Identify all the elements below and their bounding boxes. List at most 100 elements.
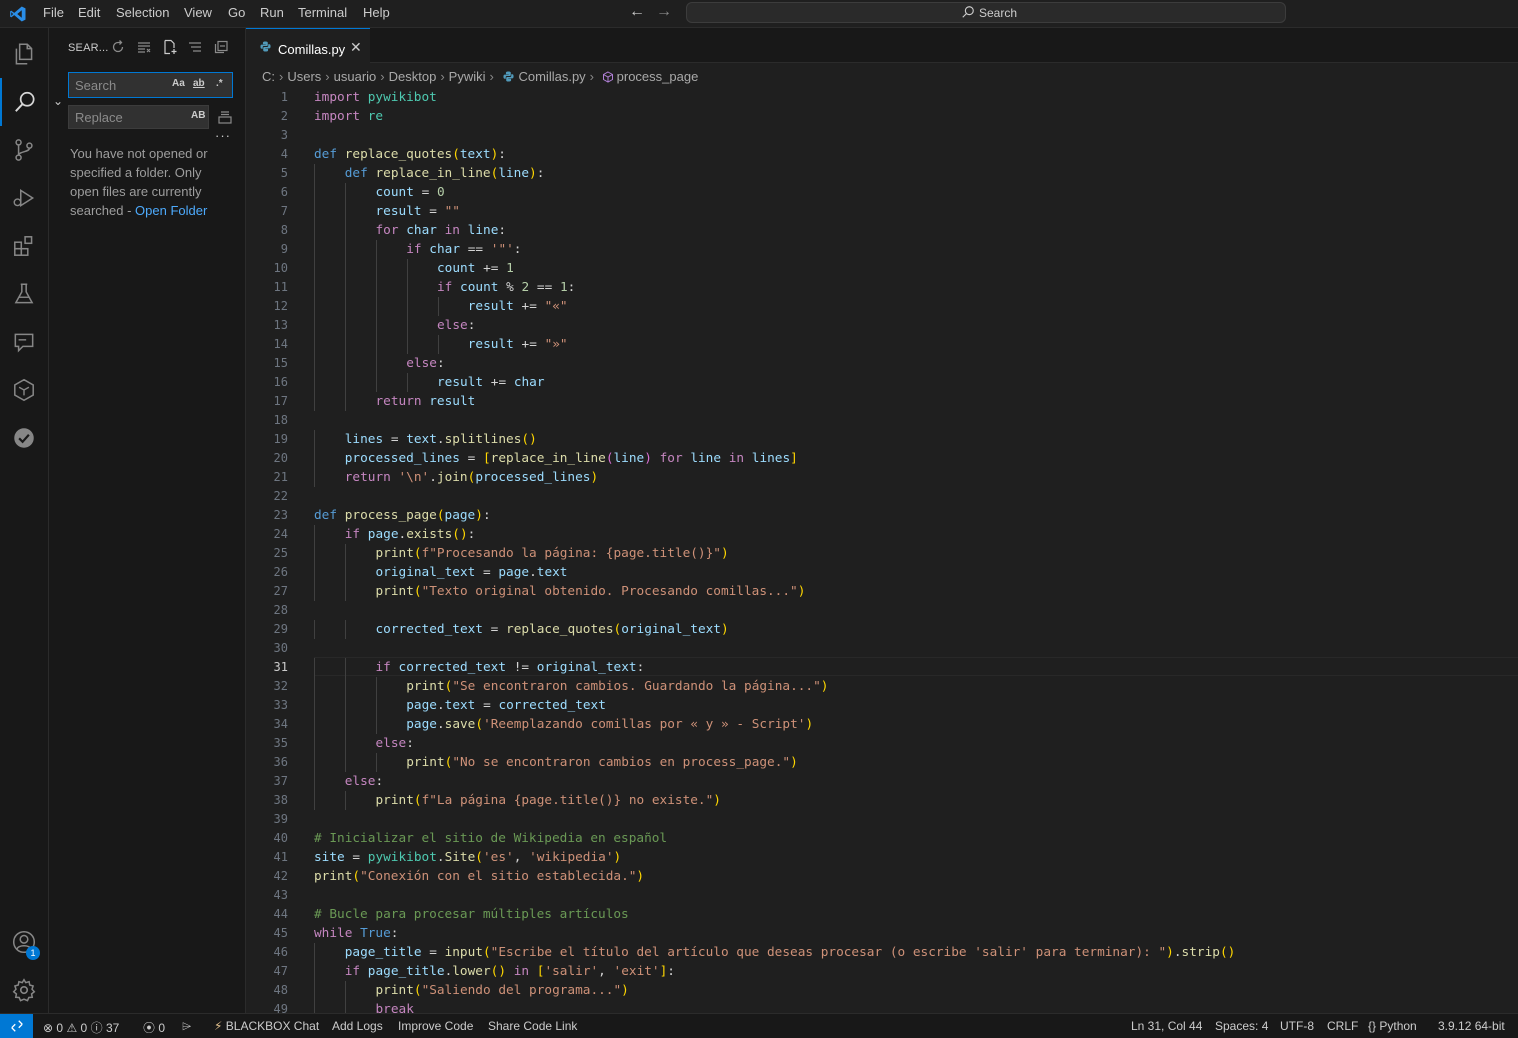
- menu-edit[interactable]: Edit: [78, 5, 100, 20]
- code-line[interactable]: else:: [314, 354, 1235, 373]
- code-line[interactable]: site = pywikibot.Site('es', 'wikipedia'): [314, 848, 1235, 867]
- source-control-icon[interactable]: [0, 126, 48, 174]
- code-line[interactable]: count += 1: [314, 259, 1235, 278]
- breadcrumb-pywiki[interactable]: Pywiki: [449, 69, 486, 84]
- menu-help[interactable]: Help: [363, 5, 390, 20]
- language-mode[interactable]: {} Python: [1368, 1019, 1417, 1033]
- menu-view[interactable]: View: [184, 5, 212, 20]
- tab-comillas-py[interactable]: Comillas.py ✕: [246, 28, 370, 63]
- code-line[interactable]: lines = text.splitlines(): [314, 430, 1235, 449]
- menu-file[interactable]: File: [43, 5, 64, 20]
- code-line[interactable]: for char in line:: [314, 221, 1235, 240]
- search-icon[interactable]: [0, 78, 48, 126]
- code-line[interactable]: if count % 2 == 1:: [314, 278, 1235, 297]
- code-line[interactable]: result += "«": [314, 297, 1235, 316]
- search-input[interactable]: [69, 73, 169, 97]
- code-line[interactable]: while True:: [314, 924, 1235, 943]
- explorer-icon[interactable]: [0, 30, 48, 78]
- code-line[interactable]: else:: [314, 772, 1235, 791]
- code-line[interactable]: if corrected_text != original_text:: [314, 658, 1235, 677]
- share-code-link-button[interactable]: Share Code Link: [488, 1019, 577, 1033]
- code-line[interactable]: print("No se encontraron cambios en proc…: [314, 753, 1235, 772]
- collapse-all-icon[interactable]: [213, 39, 229, 55]
- breadcrumb-file[interactable]: Comillas.py: [518, 69, 585, 84]
- indentation[interactable]: Spaces: 4: [1215, 1019, 1268, 1033]
- code-line[interactable]: print(f"Procesando la página: {page.titl…: [314, 544, 1235, 563]
- replace-all-icon[interactable]: [217, 109, 233, 125]
- more-options-ellipsis-icon[interactable]: ···: [215, 128, 231, 143]
- code-line[interactable]: break: [314, 1000, 1235, 1013]
- code-line[interactable]: return '\n'.join(processed_lines): [314, 468, 1235, 487]
- code-line[interactable]: [314, 810, 1235, 829]
- menu-terminal[interactable]: Terminal: [298, 5, 347, 20]
- code-line[interactable]: corrected_text = replace_quotes(original…: [314, 620, 1235, 639]
- tasks-check-icon[interactable]: [0, 414, 48, 462]
- new-search-editor-icon[interactable]: [162, 39, 178, 55]
- code-line[interactable]: print("Texto original obtenido. Procesan…: [314, 582, 1235, 601]
- code-editor[interactable]: 1 2 3 4 5 6 7 8 9 10 11 12 13 14 15 16 17 18 19 20 21 22 23 24 2…: [246, 88, 1518, 1013]
- match-whole-word-toggle[interactable]: ab: [193, 78, 205, 89]
- python-interpreter[interactable]: 3.9.12 64-bit: [1438, 1019, 1505, 1033]
- ports-indicator[interactable]: ⦿ 0: [143, 1019, 165, 1036]
- code-line[interactable]: def replace_in_line(line):: [314, 164, 1235, 183]
- code-line[interactable]: [314, 487, 1235, 506]
- view-as-tree-icon[interactable]: [187, 39, 203, 55]
- menu-go[interactable]: Go: [228, 5, 245, 20]
- code-line[interactable]: [314, 639, 1235, 658]
- code-line[interactable]: # Inicializar el sitio de Wikipedia en e…: [314, 829, 1235, 848]
- problems-indicator[interactable]: ⊗ 0 ⚠ 0 ⓘ 37: [43, 1019, 119, 1036]
- menu-run[interactable]: Run: [260, 5, 284, 20]
- code-line[interactable]: def replace_quotes(text):: [314, 145, 1235, 164]
- code-line[interactable]: [314, 126, 1235, 145]
- preserve-case-toggle[interactable]: AB: [191, 110, 205, 121]
- code-line[interactable]: print("Se encontraron cambios. Guardando…: [314, 677, 1235, 696]
- code-line[interactable]: print(f"La página {page.title()} no exis…: [314, 791, 1235, 810]
- replace-input[interactable]: [69, 106, 185, 128]
- code-line[interactable]: print("Saliendo del programa..."): [314, 981, 1235, 1000]
- code-line[interactable]: page.save('Reemplazando comillas por « y…: [314, 715, 1235, 734]
- code-line[interactable]: else:: [314, 734, 1235, 753]
- command-center-search[interactable]: Search: [686, 2, 1286, 23]
- code-line[interactable]: if page.exists():: [314, 525, 1235, 544]
- add-logs-button[interactable]: Add Logs: [332, 1019, 383, 1033]
- code-line[interactable]: else:: [314, 316, 1235, 335]
- code-line[interactable]: count = 0: [314, 183, 1235, 202]
- cursor-position[interactable]: Ln 31, Col 44: [1131, 1019, 1202, 1033]
- debug-launch-icon[interactable]: ⌲: [182, 1019, 191, 1034]
- breadcrumb-desktop[interactable]: Desktop: [389, 69, 437, 84]
- close-tab-icon[interactable]: ✕: [350, 39, 362, 56]
- code-line[interactable]: import re: [314, 107, 1235, 126]
- code-line[interactable]: [314, 411, 1235, 430]
- breadcrumb-usuario[interactable]: usuario: [334, 69, 377, 84]
- menu-selection[interactable]: Selection: [116, 5, 169, 20]
- accounts-icon[interactable]: 1: [0, 918, 48, 966]
- code-line[interactable]: if page_title.lower() in ['salir', 'exit…: [314, 962, 1235, 981]
- breadcrumb-drive[interactable]: C:: [262, 69, 275, 84]
- code-line[interactable]: page_title = input("Escribe el título de…: [314, 943, 1235, 962]
- toggle-replace-chevron-icon[interactable]: ⌄: [53, 94, 63, 108]
- run-and-debug-icon[interactable]: [0, 174, 48, 222]
- code-line[interactable]: result += "»": [314, 335, 1235, 354]
- encoding[interactable]: UTF-8: [1280, 1019, 1314, 1033]
- open-folder-link[interactable]: Open Folder: [135, 203, 207, 218]
- use-regex-toggle[interactable]: .*: [216, 78, 223, 89]
- code-line[interactable]: processed_lines = [replace_in_line(line)…: [314, 449, 1235, 468]
- blackbox-cube-icon[interactable]: [0, 366, 48, 414]
- code-line[interactable]: if char == '"':: [314, 240, 1235, 259]
- chat-icon[interactable]: [0, 318, 48, 366]
- code-line[interactable]: [314, 601, 1235, 620]
- code-line[interactable]: import pywikibot: [314, 88, 1235, 107]
- code-line[interactable]: result = "": [314, 202, 1235, 221]
- remote-indicator-button[interactable]: [0, 1014, 33, 1038]
- match-case-toggle[interactable]: Aa: [172, 78, 185, 89]
- forward-arrow-icon[interactable]: →: [656, 3, 672, 21]
- code-line[interactable]: def process_page(page):: [314, 506, 1235, 525]
- improve-code-button[interactable]: Improve Code: [398, 1019, 473, 1033]
- refresh-icon[interactable]: [110, 39, 126, 55]
- back-arrow-icon[interactable]: ←: [629, 3, 645, 21]
- code-line[interactable]: print("Conexión con el sitio establecida…: [314, 867, 1235, 886]
- code-content[interactable]: import pywikibot import re def replace_quo…: [314, 88, 1235, 1013]
- code-line[interactable]: return result: [314, 392, 1235, 411]
- clear-results-icon[interactable]: [136, 39, 152, 55]
- breadcrumb-symbol[interactable]: process_page: [617, 69, 699, 84]
